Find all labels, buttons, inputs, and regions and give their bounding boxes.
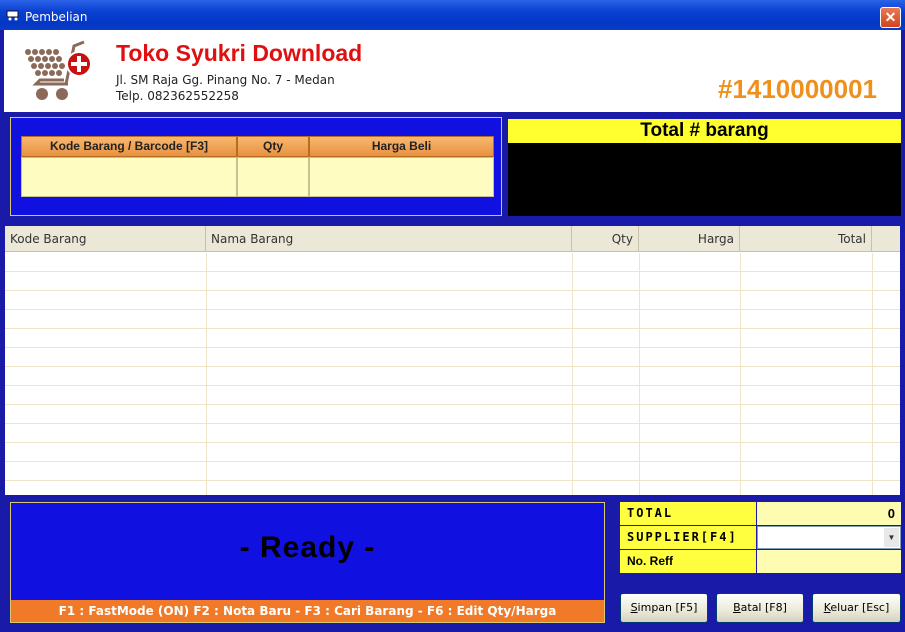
grid-col-total[interactable]: Total [740,226,872,251]
reff-label: No. Reff [620,550,756,573]
summary-panel: TOTAL 0 SUPPLIER[F4] ▼ No. Reff [620,502,901,574]
supplier-label: SUPPLIER[F4] [620,526,756,549]
col-header-code: Kode Barang / Barcode [F3] [21,136,237,157]
grid-divider [740,253,741,495]
store-name: Toko Syukri Download [116,40,363,66]
reff-row: No. Reff [620,550,901,573]
grid-col-name[interactable]: Nama Barang [206,226,572,251]
grid-divider [572,253,573,495]
dropdown-arrow-icon[interactable]: ▼ [884,528,899,547]
reff-input[interactable] [757,550,901,573]
store-phone: Telp. 082362552258 [116,89,239,103]
exit-button[interactable]: Keluar [Esc] [812,593,901,623]
grid-col-price[interactable]: Harga [639,226,740,251]
status-panel: - Ready - F1 : FastMode (ON) F2 : Nota B… [10,502,605,623]
total-items-panel: Total # barang [508,119,901,216]
window-title: Pembelian [25,10,88,24]
shopping-cart-add-icon [25,40,92,100]
barcode-input[interactable] [21,157,237,197]
total-row: TOTAL 0 [620,502,901,525]
grid-col-qty[interactable]: Qty [572,226,639,251]
title-bar[interactable]: Pembelian ✕ [0,0,905,30]
store-header: Toko Syukri Download Jl. SM Raja Gg. Pin… [4,30,901,112]
item-input-table: Kode Barang / Barcode [F3] Qty Harga Bel… [21,136,494,198]
grid-col-code[interactable]: Kode Barang [5,226,206,251]
close-button[interactable]: ✕ [880,7,901,28]
cart-icon [6,10,19,21]
item-input-panel: Kode Barang / Barcode [F3] Qty Harga Bel… [10,117,502,216]
nota-number: #1410000001 [717,74,877,104]
price-input[interactable] [309,157,494,197]
supplier-row: SUPPLIER[F4] ▼ [620,526,901,549]
supplier-select[interactable]: ▼ [757,526,901,549]
grid-body[interactable] [5,253,900,495]
store-address: Jl. SM Raja Gg. Pinang No. 7 - Medan [116,73,335,87]
col-header-qty: Qty [237,136,309,157]
status-text: - Ready - [239,531,376,564]
total-value: 0 [757,502,901,525]
grid-divider [206,253,207,495]
total-label: TOTAL [620,502,756,525]
grid-divider [872,253,873,495]
col-header-price: Harga Beli [309,136,494,157]
close-icon: ✕ [884,9,897,25]
cancel-button[interactable]: Batal [F8] [716,593,804,623]
total-items-label: Total # barang [508,119,901,143]
hotkey-hints: F1 : FastMode (ON) F2 : Nota Baru - F3 :… [11,600,604,622]
items-grid[interactable]: Kode Barang Nama Barang Qty Harga Total [5,226,900,495]
qty-input[interactable] [237,157,309,197]
grid-divider [639,253,640,495]
grid-header: Kode Barang Nama Barang Qty Harga Total [5,226,900,252]
save-button[interactable]: Simpan [F5] [620,593,708,623]
